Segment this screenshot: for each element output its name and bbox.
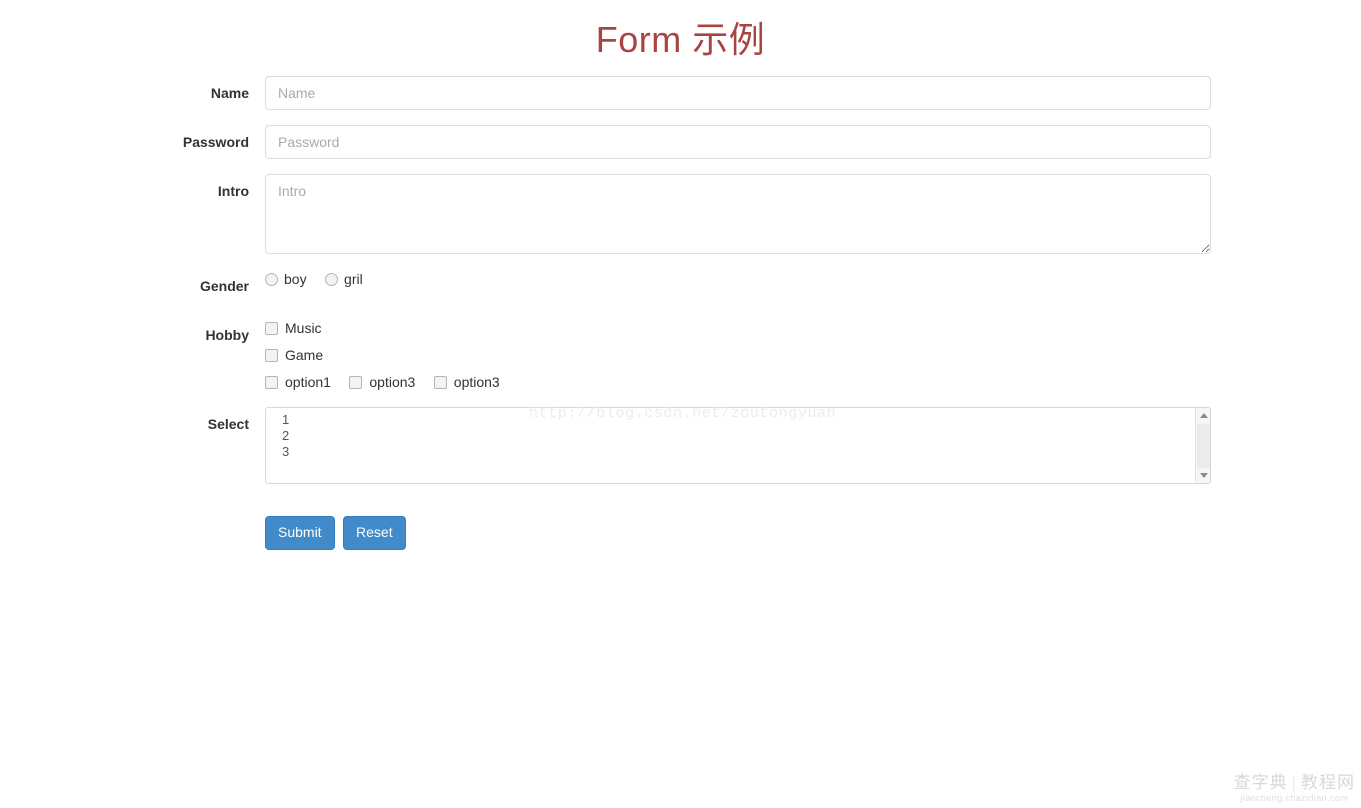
hobby-inline-options: option1 option3 option3 (265, 372, 1211, 392)
gender-radio-group: boy gril (265, 269, 1211, 289)
hobby-option-music-label: Music (285, 320, 322, 336)
form-page: Form 示例 Name Password Intro Gender (0, 0, 1361, 808)
field-wrap-name (265, 76, 1211, 110)
form-row-select: Select 1 2 3 (0, 407, 1361, 485)
hobby-checkbox-option3-a[interactable] (349, 375, 363, 389)
label-hobby: Hobby (205, 327, 249, 343)
name-input[interactable] (265, 76, 1211, 110)
label-name: Name (210, 85, 249, 101)
field-wrap-password (265, 125, 1211, 159)
form-row-name: Name (0, 76, 1361, 110)
watermark-logo-main: 查字典 | 教程网 (1234, 773, 1355, 793)
hobby-checkbox-group: Music Game option1 option3 option3 (265, 318, 1211, 392)
watermark-logo-bar: | (1291, 773, 1297, 792)
page-title: Form 示例 (595, 19, 766, 60)
form-row-password: Password (0, 125, 1361, 159)
gender-option-boy[interactable]: boy (265, 269, 307, 289)
watermark-logo-right: 教程网 (1301, 773, 1355, 792)
hobby-option-option3-b-label: option3 (453, 374, 500, 390)
form-row-gender: Gender boy gril (0, 269, 1361, 303)
password-input[interactable] (265, 125, 1211, 159)
hobby-option-option1[interactable]: option1 (265, 372, 331, 392)
select-option-3[interactable]: 3 (266, 444, 1210, 460)
gender-radio-boy[interactable] (265, 272, 278, 286)
hobby-option-option3-a-label: option3 (369, 374, 416, 390)
button-row: Submit Reset (265, 516, 1211, 551)
hobby-option-game[interactable]: Game (265, 345, 1211, 365)
hobby-checkbox-option3-b[interactable] (433, 375, 447, 389)
submit-button[interactable]: Submit (265, 516, 335, 551)
scroll-down-arrow-icon[interactable] (1196, 468, 1210, 483)
select-option-1[interactable]: 1 (266, 412, 1210, 428)
label-password: Password (182, 134, 249, 150)
hobby-option-game-label: Game (285, 347, 324, 363)
field-wrap-hobby: Music Game option1 option3 option3 (265, 318, 1211, 392)
field-wrap-gender: boy gril (265, 269, 1211, 289)
reset-button[interactable]: Reset (343, 516, 406, 551)
label-select: Select (207, 416, 249, 433)
gender-option-gril-label: gril (344, 271, 363, 287)
intro-textarea[interactable] (265, 174, 1211, 254)
watermark-logo-sub: jiaocheng.chazidian.com (1240, 793, 1349, 803)
scroll-up-arrow-icon[interactable] (1196, 408, 1210, 423)
hobby-option-option3-a[interactable]: option3 (349, 372, 415, 392)
select-scrollbar[interactable] (1195, 408, 1210, 484)
field-wrap-select: 1 2 3 (265, 407, 1211, 485)
label-gender: Gender (199, 278, 249, 294)
hobby-option-music[interactable]: Music (265, 318, 1211, 338)
hobby-checkbox-music[interactable] (265, 321, 278, 335)
select-listbox[interactable]: 1 2 3 (265, 407, 1211, 485)
demo-form: Name Password Intro Gender (0, 76, 1361, 551)
gender-radio-gril[interactable] (325, 272, 339, 286)
hobby-option-option1-label: option1 (285, 374, 331, 390)
watermark-logo: 查字典 | 教程网 jiaocheng.chazidian.com (1234, 773, 1355, 804)
form-row-hobby: Hobby Music Game option1 option3 option3 (0, 318, 1361, 392)
select-option-2[interactable]: 2 (266, 428, 1210, 444)
gender-option-boy-label: boy (284, 271, 307, 287)
form-row-buttons: Submit Reset (0, 499, 1361, 551)
scrollbar-thumb[interactable] (1197, 424, 1210, 469)
watermark-logo-left: 查字典 (1233, 773, 1288, 792)
hobby-checkbox-game[interactable] (265, 348, 278, 362)
field-wrap-intro (265, 174, 1211, 254)
label-intro: Intro (217, 183, 249, 199)
gender-option-gril[interactable]: gril (325, 269, 363, 289)
field-wrap-buttons: Submit Reset (265, 499, 1211, 551)
hobby-option-option3-b[interactable]: option3 (433, 372, 500, 392)
hobby-checkbox-option1[interactable] (265, 375, 278, 389)
form-row-intro: Intro (0, 174, 1361, 254)
